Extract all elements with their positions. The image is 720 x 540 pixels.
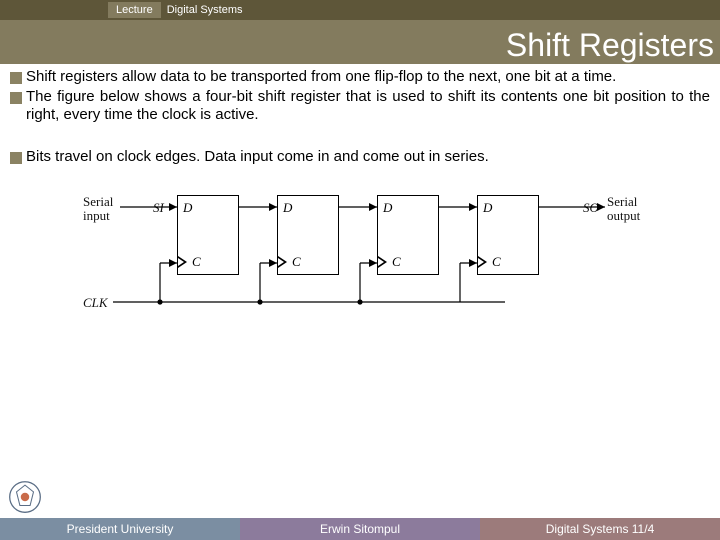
lecture-badge: Lecture xyxy=(108,2,161,18)
title-band: Shift Registers xyxy=(0,20,720,64)
label-d: D xyxy=(383,200,392,216)
clock-triangle-icon xyxy=(178,256,187,268)
flipflop: D C xyxy=(477,195,539,275)
label-c: C xyxy=(292,254,301,270)
course-name: Digital Systems xyxy=(167,4,243,16)
bullet-icon xyxy=(10,72,22,84)
clock-triangle-icon xyxy=(378,256,387,268)
bullet-item: Shift registers allow data to be transpo… xyxy=(10,68,710,86)
bullet-text: Bits travel on clock edges. Data input c… xyxy=(26,148,710,166)
label-c: C xyxy=(492,254,501,270)
bullet-icon xyxy=(10,92,22,104)
label-d: D xyxy=(283,200,292,216)
content-area: Shift registers allow data to be transpo… xyxy=(0,64,720,340)
footer-bar: President University Erwin Sitompul Digi… xyxy=(0,518,720,540)
label-d: D xyxy=(483,200,492,216)
label-c: C xyxy=(392,254,401,270)
wires-svg xyxy=(65,180,655,340)
page-title: Shift Registers xyxy=(506,27,714,64)
bullet-item: Bits travel on clock edges. Data input c… xyxy=(10,148,710,166)
footer-left: President University xyxy=(0,518,240,540)
footer-center: Erwin Sitompul xyxy=(240,518,480,540)
bullet-text: Shift registers allow data to be transpo… xyxy=(26,68,710,86)
clock-triangle-icon xyxy=(478,256,487,268)
footer-right: Digital Systems 11/4 xyxy=(480,518,720,540)
bullet-text: The figure below shows a four-bit shift … xyxy=(26,88,710,124)
flipflop: D C xyxy=(177,195,239,275)
label-d: D xyxy=(183,200,192,216)
flipflop: D C xyxy=(277,195,339,275)
header-bar: Lecture Digital Systems xyxy=(0,0,720,20)
bullet-icon xyxy=(10,152,22,164)
shift-register-figure: Serial input SI SO Serial output CLK xyxy=(65,180,655,340)
bullet-item: The figure below shows a four-bit shift … xyxy=(10,88,710,124)
flipflop: D C xyxy=(377,195,439,275)
label-c: C xyxy=(192,254,201,270)
clock-triangle-icon xyxy=(278,256,287,268)
university-logo xyxy=(8,480,42,514)
